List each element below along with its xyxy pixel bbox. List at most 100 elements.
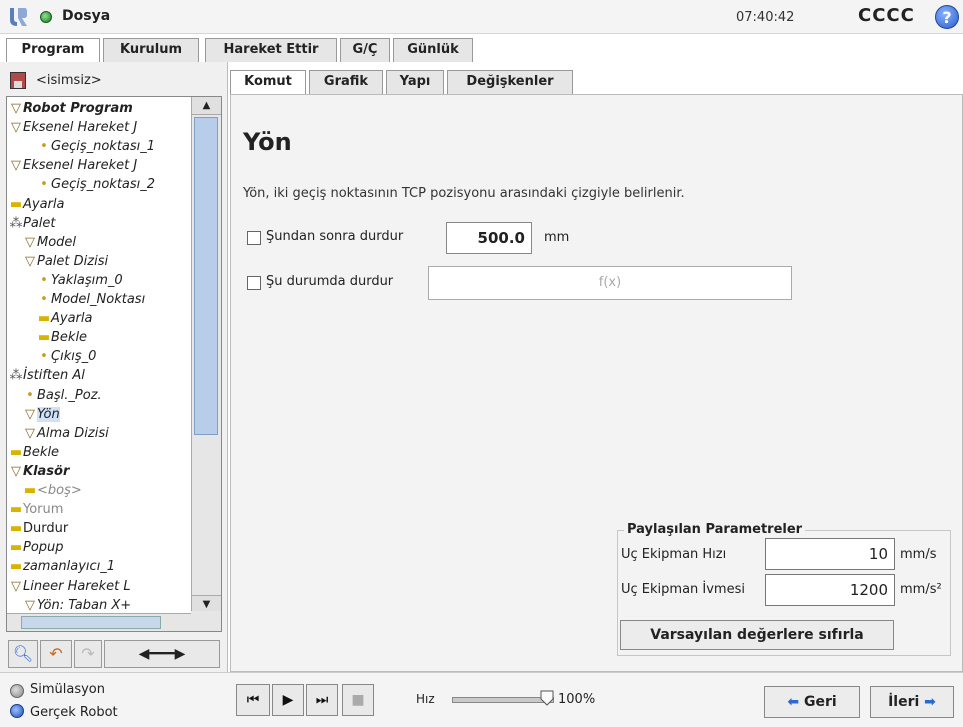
tree-node[interactable]: • Geçiş_noktası_1 — [37, 137, 155, 156]
tree-node[interactable]: ▽ Klasör — [9, 462, 69, 481]
tab-io[interactable]: G/Ç — [340, 38, 390, 62]
tree-node[interactable]: ▬Ayarla — [37, 309, 93, 328]
tree-node[interactable]: • Geçiş_noktası_2 — [37, 175, 155, 194]
tree-node[interactable]: ▽ Palet Dizisi — [23, 252, 108, 271]
tree-node-label: Ayarla — [51, 311, 93, 327]
tree-node-label: Lineer Hareket L — [23, 578, 131, 594]
tree-scroll-thumb[interactable] — [194, 117, 218, 435]
tree-node[interactable]: ▬Ayarla — [9, 195, 65, 214]
tree-node-icon: • — [40, 292, 48, 307]
tree-node[interactable]: ▽ Alma Dizisi — [23, 424, 109, 443]
speed-value: 100% — [558, 692, 596, 707]
tree-node-label: Yön — [37, 406, 60, 422]
tree-node[interactable]: ▽ Yön: Taban X+ — [23, 596, 131, 615]
tree-node-label: Alma Dizisi — [37, 425, 109, 441]
stop-after-unit: mm — [544, 230, 570, 245]
move-node-arrows-icon[interactable]: ◀━━━▶ — [104, 640, 220, 668]
tool-speed-label: Uç Ekipman Hızı — [621, 547, 727, 562]
tree-vertical-scrollbar[interactable]: ▲ ▼ — [191, 97, 221, 613]
tree-node-icon: • — [40, 272, 48, 288]
tree-node[interactable]: ▬<boş> — [23, 481, 82, 500]
tree-node[interactable]: ⁂Palet — [9, 214, 56, 233]
tree-node[interactable]: ▽ Lineer Hareket L — [9, 577, 131, 596]
tree-node[interactable]: • Yaklaşım_0 — [37, 271, 122, 290]
tree-node[interactable]: • Model_Noktası — [37, 290, 145, 309]
next-button[interactable]: İleri ➡ — [870, 686, 954, 718]
stop-after-checkbox[interactable] — [247, 231, 261, 245]
tree-node-icon: ▬ — [9, 502, 23, 518]
tree-node-icon: ▬ — [37, 311, 51, 327]
tree-node[interactable]: ⁂İstiften Al — [9, 366, 85, 385]
reset-defaults-button[interactable]: Varsayılan değerlere sıfırla — [620, 620, 894, 650]
tree-node-icon: ▽ — [11, 578, 21, 594]
stop-when-expression-input[interactable]: f(x) — [428, 266, 792, 300]
tree-node-label: Yön: Taban X+ — [37, 597, 132, 613]
tree-node[interactable]: ▽ Robot Program — [9, 99, 133, 118]
program-tree[interactable]: ▽ Robot Program ▽ Eksenel Hareket J • Geçiş_n… — [6, 96, 222, 632]
tree-node-icon: ▬ — [23, 483, 37, 498]
tree-node-label: Robot Program — [23, 101, 133, 116]
tree-node[interactable]: ▬Yorum — [9, 500, 64, 519]
scroll-up-icon[interactable]: ▲ — [192, 97, 221, 115]
tab-command[interactable]: Komut — [230, 70, 306, 94]
tree-node[interactable]: ▽ Yön — [23, 405, 60, 424]
tab-log[interactable]: Günlük — [393, 38, 473, 62]
tool-accel-unit: mm/s² — [900, 582, 942, 597]
tree-node[interactable]: ▽ Eksenel Hareket J — [9, 118, 137, 137]
file-menu[interactable]: Dosya — [62, 8, 110, 24]
real-robot-radio[interactable] — [10, 704, 24, 718]
tree-node-label: Model — [37, 234, 77, 250]
tree-node-icon: ▽ — [25, 597, 35, 613]
tool-speed-input[interactable]: 10 — [765, 538, 895, 570]
tree-node[interactable]: ▬Bekle — [37, 328, 87, 347]
play-button[interactable]: ▶ — [272, 684, 304, 716]
tree-node[interactable]: • Çıkış_0 — [37, 347, 96, 366]
tool-accel-label: Uç Ekipman İvmesi — [621, 582, 745, 597]
rewind-button[interactable]: ⏮ — [236, 684, 270, 716]
tree-horizontal-scrollbar[interactable] — [7, 613, 193, 631]
tree-node-label: Başl._Poz. — [37, 387, 102, 403]
shared-parameters-title: Paylaşılan Parametreler — [624, 522, 806, 537]
tree-node[interactable]: ▽ Model — [23, 233, 76, 252]
tab-variables[interactable]: Değişkenler — [447, 70, 573, 94]
stop-after-distance-input[interactable]: 500.0 — [446, 222, 532, 254]
tab-installation[interactable]: Kurulum — [103, 38, 199, 62]
tree-node-label: Palet Dizisi — [37, 253, 109, 269]
speed-slider[interactable] — [452, 697, 554, 703]
tree-node-label: Durdur — [23, 521, 69, 537]
tree-node-label: Klasör — [23, 463, 70, 479]
tree-node-icon: ▬ — [37, 330, 51, 346]
stop-when-checkbox[interactable] — [247, 276, 261, 290]
tab-program[interactable]: Program — [6, 38, 100, 63]
tree-hscroll-thumb[interactable] — [21, 616, 161, 629]
undo-icon[interactable]: ↶ — [40, 640, 72, 668]
tree-node[interactable]: ▽ Eksenel Hareket J — [9, 156, 137, 175]
tab-move[interactable]: Hareket Ettir — [205, 38, 337, 62]
tree-node-icon: ▬ — [9, 196, 23, 212]
step-button[interactable]: ⏭ — [306, 684, 338, 716]
tool-accel-input[interactable]: 1200 — [765, 574, 895, 606]
back-button[interactable]: ⬅ Geri — [764, 686, 860, 718]
tree-node[interactable]: ▬Durdur — [9, 519, 68, 538]
universal-robots-logo-icon — [10, 8, 27, 26]
redo-icon[interactable]: ↷ — [74, 640, 102, 668]
tree-node[interactable]: ▬Popup — [9, 538, 64, 557]
tree-node-label: Palet — [23, 215, 56, 231]
tab-structure[interactable]: Yapı — [386, 70, 444, 94]
tab-graphics[interactable]: Grafik — [309, 70, 383, 94]
real-robot-label: Gerçek Robot — [30, 705, 118, 720]
help-icon[interactable]: ? — [935, 5, 959, 29]
tree-node[interactable]: ▬zamanlayıcı_1 — [9, 557, 115, 576]
tree-node-icon: ▽ — [25, 425, 35, 441]
save-icon[interactable] — [10, 72, 26, 89]
tree-node-icon: ▽ — [11, 158, 21, 174]
tree-node-icon: ▽ — [25, 253, 35, 269]
tree-node-icon: ▽ — [11, 120, 21, 136]
tree-node-label: zamanlayıcı_1 — [23, 559, 116, 575]
stop-button[interactable]: ■ — [342, 684, 374, 716]
speed-slider-knob[interactable] — [540, 690, 554, 706]
tree-node[interactable]: ▬Bekle — [9, 443, 59, 462]
search-icon[interactable]: 🔍︎ — [8, 640, 38, 668]
tree-node[interactable]: • Başl._Poz. — [23, 386, 102, 405]
simulation-radio[interactable] — [10, 684, 24, 698]
